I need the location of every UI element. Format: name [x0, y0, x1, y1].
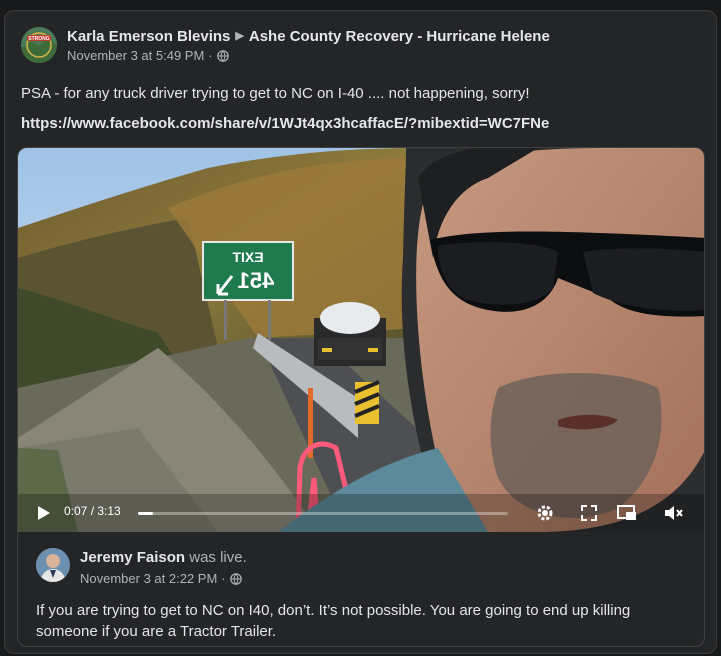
sign-text-line1: EXIT	[232, 249, 264, 265]
svg-text:STRONG: STRONG	[28, 36, 50, 42]
video-time: 0:07 / 3:13	[64, 504, 121, 518]
video-frame: EXIT 451	[18, 148, 704, 532]
video-player[interactable]: EXIT 451 0:07 / 3:13	[18, 148, 704, 532]
video-progress-bar[interactable]	[138, 512, 508, 515]
expand-icon[interactable]	[578, 502, 600, 524]
meta-separator: ·	[208, 48, 213, 63]
video-progress-fill	[138, 512, 153, 515]
shared-author-avatar[interactable]	[36, 548, 70, 582]
post-text: PSA - for any truck driver trying to get…	[21, 85, 530, 102]
globe-icon	[229, 572, 242, 585]
play-icon[interactable]	[32, 502, 54, 524]
author-avatar[interactable]: STRONG	[21, 27, 57, 63]
video-controls: 0:07 / 3:13	[18, 494, 704, 532]
post-card: STRONG Karla Emerson Blevins ▶ Ashe Coun…	[4, 10, 717, 654]
post-link[interactable]: https://www.facebook.com/share/v/1WJt4qx…	[21, 115, 549, 132]
shared-post-body: Jeremy Faison was live. November 3 at 2:…	[18, 532, 704, 646]
volume-muted-icon[interactable]	[662, 502, 684, 524]
shared-post-text: If you are trying to get to NC on I40, d…	[36, 602, 631, 640]
gear-icon[interactable]	[534, 502, 556, 524]
author-name[interactable]: Karla Emerson Blevins	[67, 27, 230, 46]
sign-text-line2: 451	[238, 268, 275, 293]
triangle-right-icon: ▶	[235, 30, 244, 42]
picture-in-picture-icon[interactable]	[616, 502, 638, 524]
post-timestamp[interactable]: November 3 at 5:49 PM	[67, 48, 204, 63]
shared-post[interactable]: EXIT 451 0:07 / 3:13 Jeremy Faison was l…	[17, 147, 705, 647]
shared-meta-separator: ·	[221, 571, 226, 586]
live-status: was live.	[189, 549, 247, 566]
post-header: STRONG Karla Emerson Blevins ▶ Ashe Coun…	[21, 27, 550, 63]
group-name[interactable]: Ashe County Recovery - Hurricane Helene	[249, 27, 550, 46]
shared-author-name[interactable]: Jeremy Faison	[80, 549, 185, 566]
shared-post-timestamp[interactable]: November 3 at 2:22 PM	[80, 571, 217, 586]
globe-icon	[216, 49, 229, 62]
